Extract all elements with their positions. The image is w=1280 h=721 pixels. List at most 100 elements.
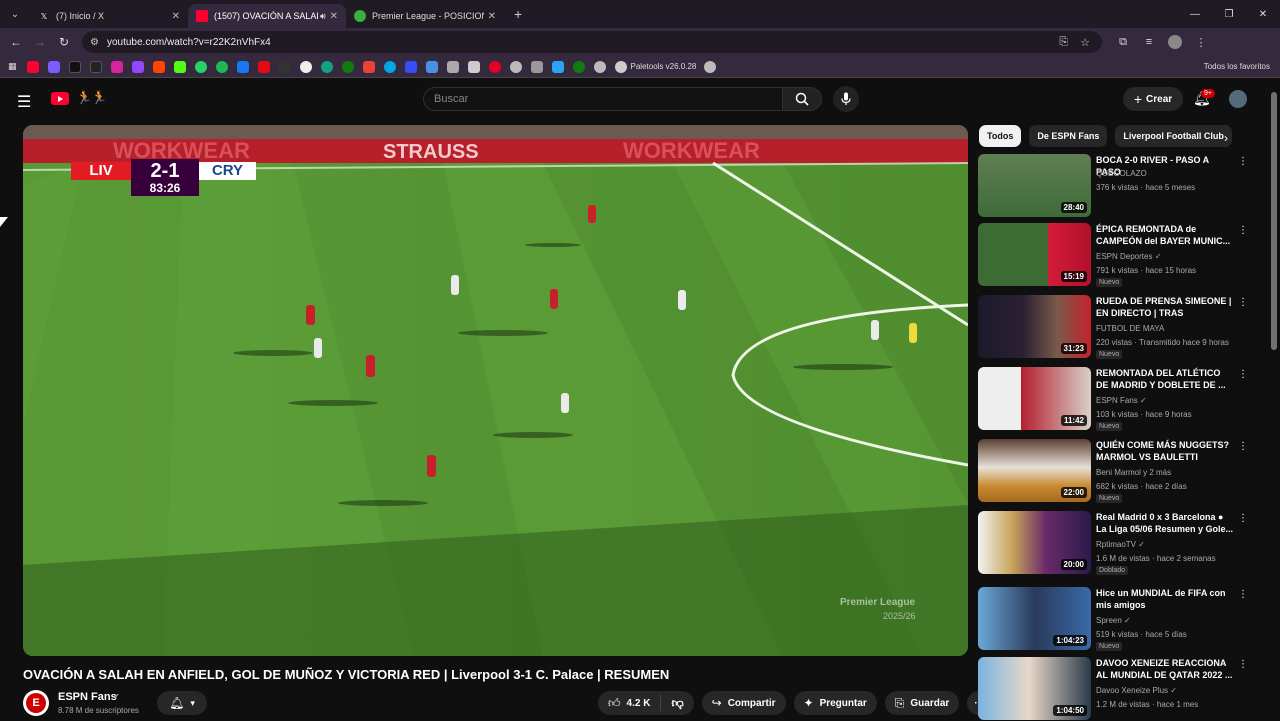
youtube-logo[interactable] [51,92,69,105]
chip-all[interactable]: Todos [979,125,1022,147]
recommendation-item[interactable]: 1:04:23 Hice un MUNDIAL de FIFA con mis … [978,587,1258,651]
chip-from-channel[interactable]: De ESPN Fans [1029,125,1108,147]
chevron-right-icon[interactable]: › [1224,131,1228,145]
video-thumbnail[interactable]: 15:19 [978,223,1091,286]
bookmark-icon[interactable] [446,60,459,73]
reload-icon[interactable]: ↻ [52,35,76,49]
site-info-icon[interactable]: ⚙ [90,37,99,48]
search-input[interactable]: Buscar [423,87,783,111]
apps-icon[interactable]: ▦ [8,61,17,72]
doodle-logo[interactable]: 🏃🏃 [76,90,107,106]
kebab-menu-icon[interactable]: ⋮ [1238,659,1248,670]
globe-bookmark-icon[interactable] [704,60,717,73]
create-button[interactable]: + Crear [1123,87,1183,111]
rec-title[interactable]: RUEDA DE PRENSA SIMEONE | EN DIRECTO | T… [1096,295,1234,319]
page-scrollbar[interactable] [1271,92,1277,350]
pinterest-bookmark-icon[interactable] [488,60,501,73]
instagram-bookmark-icon[interactable] [110,60,123,73]
rec-title[interactable]: DAVOO XENEIZE REACCIONA AL MUNDIAL DE QA… [1096,657,1234,681]
video-thumbnail[interactable]: 28:40 [978,154,1091,217]
reddit-bookmark-icon[interactable] [152,60,165,73]
recommendation-item[interactable]: 22:00 QUIÉN COME MÁS NUGGETS? MARMOL VS … [978,439,1258,503]
extensions-icon[interactable]: ⧉ [1110,36,1136,49]
recommendation-item[interactable]: 11:42 REMONTADA DEL ATLÉTICO DE MADRID Y… [978,367,1258,431]
rec-channel[interactable]: FUTBOL DE MAYA [1096,324,1164,333]
recommendation-item[interactable]: 28:40 BOCA 2-0 RIVER - PASO A PASO QUEGO… [978,154,1258,218]
tab-x[interactable]: 𝕏 (7) Inicio / X ✕ [30,4,188,28]
rec-title[interactable]: Real Madrid 0 x 3 Barcelona ● La Liga 05… [1096,511,1234,535]
video-thumbnail[interactable]: 11:42 [978,367,1091,430]
rec-channel[interactable]: Beni Marmol y 2 más [1096,468,1171,477]
rec-channel[interactable]: Spreen ✓ [1096,616,1131,625]
rec-channel[interactable]: ESPN Deportes ✓ [1096,252,1161,261]
kebab-menu-icon[interactable]: ⋮ [1238,369,1248,380]
voice-search-button[interactable] [833,86,859,112]
kebab-menu-icon[interactable]: ⋮ [1238,225,1248,236]
back-icon[interactable]: ← [4,35,28,49]
recommendation-item[interactable]: 15:19 ÉPICA REMONTADA de CAMPEÓN del BAY… [978,223,1258,287]
video-player[interactable]: WORKWEAR STRAUSS WORKWEAR [23,125,968,656]
tiktok-bookmark-icon[interactable] [68,60,81,73]
video-thumbnail[interactable]: 31:23 [978,295,1091,358]
browser-menu-icon[interactable]: ⋮ [1188,36,1214,49]
install-icon[interactable]: ⎘ [1059,36,1068,49]
netflix-bookmark-icon[interactable] [257,60,270,73]
rec-title[interactable]: ÉPICA REMONTADA de CAMPEÓN del BAYER MUN… [1096,223,1234,247]
rec-title[interactable]: QUIÉN COME MÁS NUGGETS? MARMOL VS BAULET… [1096,439,1234,463]
close-window-icon[interactable]: ✕ [1246,9,1280,20]
sofascore-bookmark-icon[interactable] [404,60,417,73]
bookmark-icon[interactable] [551,60,564,73]
bookmark-icon[interactable] [530,60,543,73]
speaker-icon[interactable]: 🔊︎ [320,11,326,22]
gmail-bookmark-icon[interactable] [362,60,375,73]
bookmark-paletools[interactable]: Paletools v26.0.28 [631,62,697,71]
like-button[interactable]: 👍︎ 4.2 K [598,695,662,711]
kebab-menu-icon[interactable]: ⋮ [1238,297,1248,308]
bookmark-icon[interactable] [509,60,522,73]
video-thumbnail[interactable]: 1:04:50 [978,657,1091,720]
maximize-icon[interactable]: ❐ [1212,9,1246,20]
prime-bookmark-icon[interactable] [383,60,396,73]
recommendation-item[interactable]: 1:04:50 DAVOO XENEIZE REACCIONA AL MUNDI… [978,657,1258,721]
video-thumbnail[interactable]: 22:00 [978,439,1091,502]
globe-bookmark-icon[interactable] [593,60,606,73]
video-thumbnail[interactable]: 1:04:23 [978,587,1091,650]
close-tab-icon[interactable]: ✕ [172,11,180,22]
facebook-bookmark-icon[interactable] [236,60,249,73]
subscription-bell-button[interactable]: 🔔︎ ▾ [157,691,207,715]
recommendation-item[interactable]: 31:23 RUEDA DE PRENSA SIMEONE | EN DIREC… [978,295,1258,359]
search-button[interactable] [782,87,822,111]
channel-name[interactable]: ESPN Fans [58,691,117,703]
video-thumbnail[interactable]: 20:00 [978,511,1091,574]
new-tab-button[interactable]: + [514,6,522,22]
account-avatar[interactable] [1229,90,1247,108]
kick-bookmark-icon[interactable] [173,60,186,73]
record-bookmark-icon[interactable] [299,60,312,73]
whatsapp-bookmark-icon[interactable] [194,60,207,73]
rec-title[interactable]: REMONTADA DEL ATLÉTICO DE MADRID Y DOBLE… [1096,367,1234,391]
ask-button[interactable]: ✦ Preguntar [793,691,877,715]
forward-icon[interactable]: → [28,35,52,49]
rec-channel[interactable]: Davoo Xeneize Plus ✓ [1096,686,1177,695]
recommendation-item[interactable]: 20:00 Real Madrid 0 x 3 Barcelona ● La L… [978,511,1258,575]
spotify-bookmark-icon[interactable] [215,60,228,73]
all-bookmarks-folder[interactable]: Todos los favoritos [1204,62,1270,71]
bookmark-icon[interactable] [467,60,480,73]
bookmark-icon[interactable] [425,60,438,73]
kebab-menu-icon[interactable]: ⋮ [1238,156,1248,167]
close-tab-icon[interactable]: ✕ [330,11,338,22]
profile-avatar[interactable] [1168,35,1182,49]
tiktok2-bookmark-icon[interactable] [278,60,291,73]
save-button[interactable]: ⎘ Guardar [884,691,960,715]
share-button[interactable]: ↪ Compartir [701,691,786,715]
rec-channel[interactable]: ESPN Fans ✓ [1096,396,1147,405]
kebab-menu-icon[interactable]: ⋮ [1238,589,1248,600]
kebab-menu-icon[interactable]: ⋮ [1238,441,1248,452]
xbox2-bookmark-icon[interactable] [572,60,585,73]
tab-search-icon[interactable]: ⌄ [4,3,26,25]
media-icon[interactable]: ≡ [1136,36,1162,48]
chip-liverpool[interactable]: Liverpool Football Club [1115,125,1232,147]
close-tab-icon[interactable]: ✕ [488,11,496,22]
channel-avatar[interactable]: E [23,690,49,716]
menu-icon[interactable]: ☰ [17,92,31,112]
